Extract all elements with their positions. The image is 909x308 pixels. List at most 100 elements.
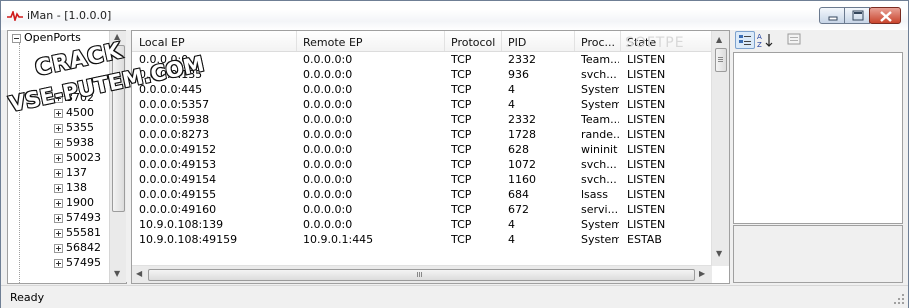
table-row[interactable]: 0.0.0.0:8273 0.0.0.0:0 TCP 1728 rande... LIST… <box>132 127 717 142</box>
list-scroll-thumb[interactable] <box>715 48 727 72</box>
expand-icon[interactable] <box>54 183 63 193</box>
table-row[interactable]: 10.9.0.108:49159 10.9.0.1:445 TCP 4 System ES… <box>132 232 717 247</box>
table-row[interactable]: 0.0.0.0:49155 0.0.0.0:0 TCP 684 lsass LISTEN <box>132 187 717 202</box>
alphabetical-button[interactable]: A Z <box>756 31 776 49</box>
table-row[interactable]: 0.0.0.0:5357 0.0.0.0:0 TCP 4 System LISTEN <box>132 97 717 112</box>
column-header-protocol[interactable]: Protocol <box>451 36 495 49</box>
property-toolbar: A Z <box>733 30 901 50</box>
tree-vertical-scrollbar[interactable]: ▲ ▼ <box>109 31 126 283</box>
column-header-pid[interactable]: PID <box>508 36 526 49</box>
close-icon <box>880 11 892 22</box>
tree-item-port[interactable]: 57493 <box>54 211 101 226</box>
expand-icon[interactable] <box>54 228 63 238</box>
tree-item-port[interactable]: 3702 <box>54 91 94 106</box>
cell-process: Team... <box>581 53 619 66</box>
cell-remote-ep: 0.0.0.0:0 <box>303 158 353 171</box>
close-button[interactable] <box>869 7 901 24</box>
expand-icon[interactable] <box>54 198 63 208</box>
tree-item-port[interactable]: 55581 <box>54 226 101 241</box>
expand-icon[interactable] <box>54 93 63 103</box>
table-row[interactable]: 0.0.0.0:49152 0.0.0.0:0 TCP 628 wininit LISTE… <box>132 142 717 157</box>
tree-item-port[interactable]: 1900 <box>54 196 94 211</box>
cell-process: System <box>581 218 619 231</box>
cell-remote-ep: 0.0.0.0:0 <box>303 173 353 186</box>
cell-protocol: TCP <box>451 128 472 141</box>
table-row[interactable]: 0.0.0.0:5938 0.0.0.0:0 TCP 2332 Team... LISTE… <box>132 112 717 127</box>
column-header-remote-ep[interactable]: Remote EP <box>303 36 363 49</box>
property-pages-button[interactable] <box>785 31 805 49</box>
cell-process: System <box>581 98 619 111</box>
cell-local-ep: 0.0.0.0:8273 <box>139 128 210 141</box>
tree-item-label: 138 <box>66 181 87 194</box>
scroll-right-icon[interactable]: ▶ <box>699 269 705 278</box>
list-vertical-scrollbar[interactable]: ▲ ▼ <box>711 31 729 266</box>
tree-item-port[interactable]: 50023 <box>54 151 101 166</box>
tree-item-port[interactable]: 137 <box>54 166 87 181</box>
column-header-local-ep[interactable]: Local EP <box>139 36 185 49</box>
tree-item-port[interactable]: 5938 <box>54 136 94 151</box>
cell-remote-ep: 10.9.0.1:445 <box>303 233 374 246</box>
tree-root-node[interactable]: OpenPorts <box>12 31 81 46</box>
app-icon[interactable] <box>7 9 23 24</box>
title-bar[interactable]: iMan - [1.0.0.0] <box>1 1 908 30</box>
tree-item-port[interactable]: 57495 <box>54 256 101 271</box>
cell-state: LISTEN <box>627 53 666 66</box>
cell-pid: 2332 <box>508 113 536 126</box>
property-grid[interactable] <box>733 52 903 224</box>
tree-item-port[interactable]: 5355 <box>54 121 94 136</box>
table-row[interactable]: 0.0.0.0:445 0.0.0.0:0 TCP 4 System LISTEN <box>132 82 717 97</box>
column-divider[interactable] <box>501 31 502 51</box>
table-row[interactable]: 0.0.0.0:0 0.0.0.0:0 TCP 2332 Team... LISTEN <box>132 52 717 67</box>
tree-item-port[interactable]: 4500 <box>54 106 94 121</box>
ports-tree[interactable]: OpenPorts 3702 4500 5355 5938 50023 137 … <box>7 30 127 284</box>
table-row[interactable]: 0.0.0.0:49153 0.0.0.0:0 TCP 1072 svch... LIST… <box>132 157 717 172</box>
maximize-button[interactable] <box>844 7 870 24</box>
cell-remote-ep: 0.0.0.0:0 <box>303 113 353 126</box>
column-divider[interactable] <box>444 31 445 51</box>
column-divider[interactable] <box>574 31 575 51</box>
expand-icon[interactable] <box>54 153 63 163</box>
table-row[interactable]: 0.0.0.0:49160 0.0.0.0:0 TCP 672 servi... LIST… <box>132 202 717 217</box>
cell-state: LISTEN <box>627 158 666 171</box>
table-row[interactable]: 10.9.0.108:139 0.0.0.0:0 TCP 4 System LISTEN <box>132 217 717 232</box>
resize-grip-icon[interactable] <box>893 293 905 305</box>
column-divider[interactable] <box>620 31 621 51</box>
cell-remote-ep: 0.0.0.0:0 <box>303 203 353 216</box>
scroll-down-icon[interactable]: ▼ <box>716 249 722 258</box>
cell-local-ep: 0.0.0.0:5938 <box>139 113 210 126</box>
expand-icon[interactable] <box>54 213 63 223</box>
expand-icon[interactable] <box>54 243 63 253</box>
cell-pid: 4 <box>508 233 515 246</box>
scroll-down-icon[interactable]: ▼ <box>114 269 120 278</box>
scroll-up-icon[interactable]: ▲ <box>716 35 722 44</box>
expand-icon[interactable] <box>54 123 63 133</box>
tree-item-port[interactable]: 56842 <box>54 241 101 256</box>
scroll-left-icon[interactable]: ◀ <box>136 269 142 278</box>
cell-protocol: TCP <box>451 218 472 231</box>
tree-item-port[interactable]: 138 <box>54 181 87 196</box>
expand-icon[interactable] <box>54 138 63 148</box>
list-hscroll-thumb[interactable] <box>148 269 695 281</box>
column-header-process[interactable]: Proc... <box>581 36 615 49</box>
table-row[interactable]: 0.0.0.0:49154 0.0.0.0:0 TCP 1160 svch... LIST… <box>132 172 717 187</box>
expand-icon[interactable] <box>54 108 63 118</box>
tree-scroll-thumb[interactable] <box>112 45 125 212</box>
cell-protocol: TCP <box>451 203 472 216</box>
minimize-button[interactable] <box>819 7 845 24</box>
expand-icon[interactable] <box>54 168 63 178</box>
categorized-button[interactable] <box>735 31 755 49</box>
list-horizontal-scrollbar[interactable]: ◀ ▶ <box>132 265 712 283</box>
cell-local-ep: 0.0.0.0:135 <box>139 68 203 81</box>
collapse-icon[interactable] <box>12 33 21 43</box>
column-divider[interactable] <box>296 31 297 51</box>
expand-icon[interactable] <box>54 258 63 268</box>
table-row[interactable]: 0.0.0.0:135 0.0.0.0:0 TCP 936 svch... LISTEN <box>132 67 717 82</box>
cell-local-ep: 0.0.0.0:0 <box>139 53 189 66</box>
scroll-up-icon[interactable]: ▲ <box>114 32 120 41</box>
left-splitter[interactable] <box>126 30 130 282</box>
cell-state: LISTEN <box>627 203 666 216</box>
cell-process: lsass <box>581 188 608 201</box>
connections-list[interactable]: Local EP Remote EP Protocol PID Proc... … <box>131 30 730 284</box>
cell-process: servi... <box>581 203 619 216</box>
tree-item-label: 3702 <box>66 91 94 104</box>
